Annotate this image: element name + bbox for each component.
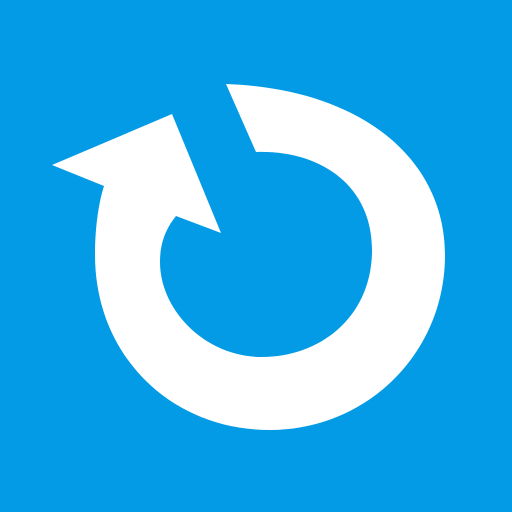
refresh-app-icon[interactable] (0, 0, 512, 512)
refresh-icon-svg (0, 0, 512, 512)
